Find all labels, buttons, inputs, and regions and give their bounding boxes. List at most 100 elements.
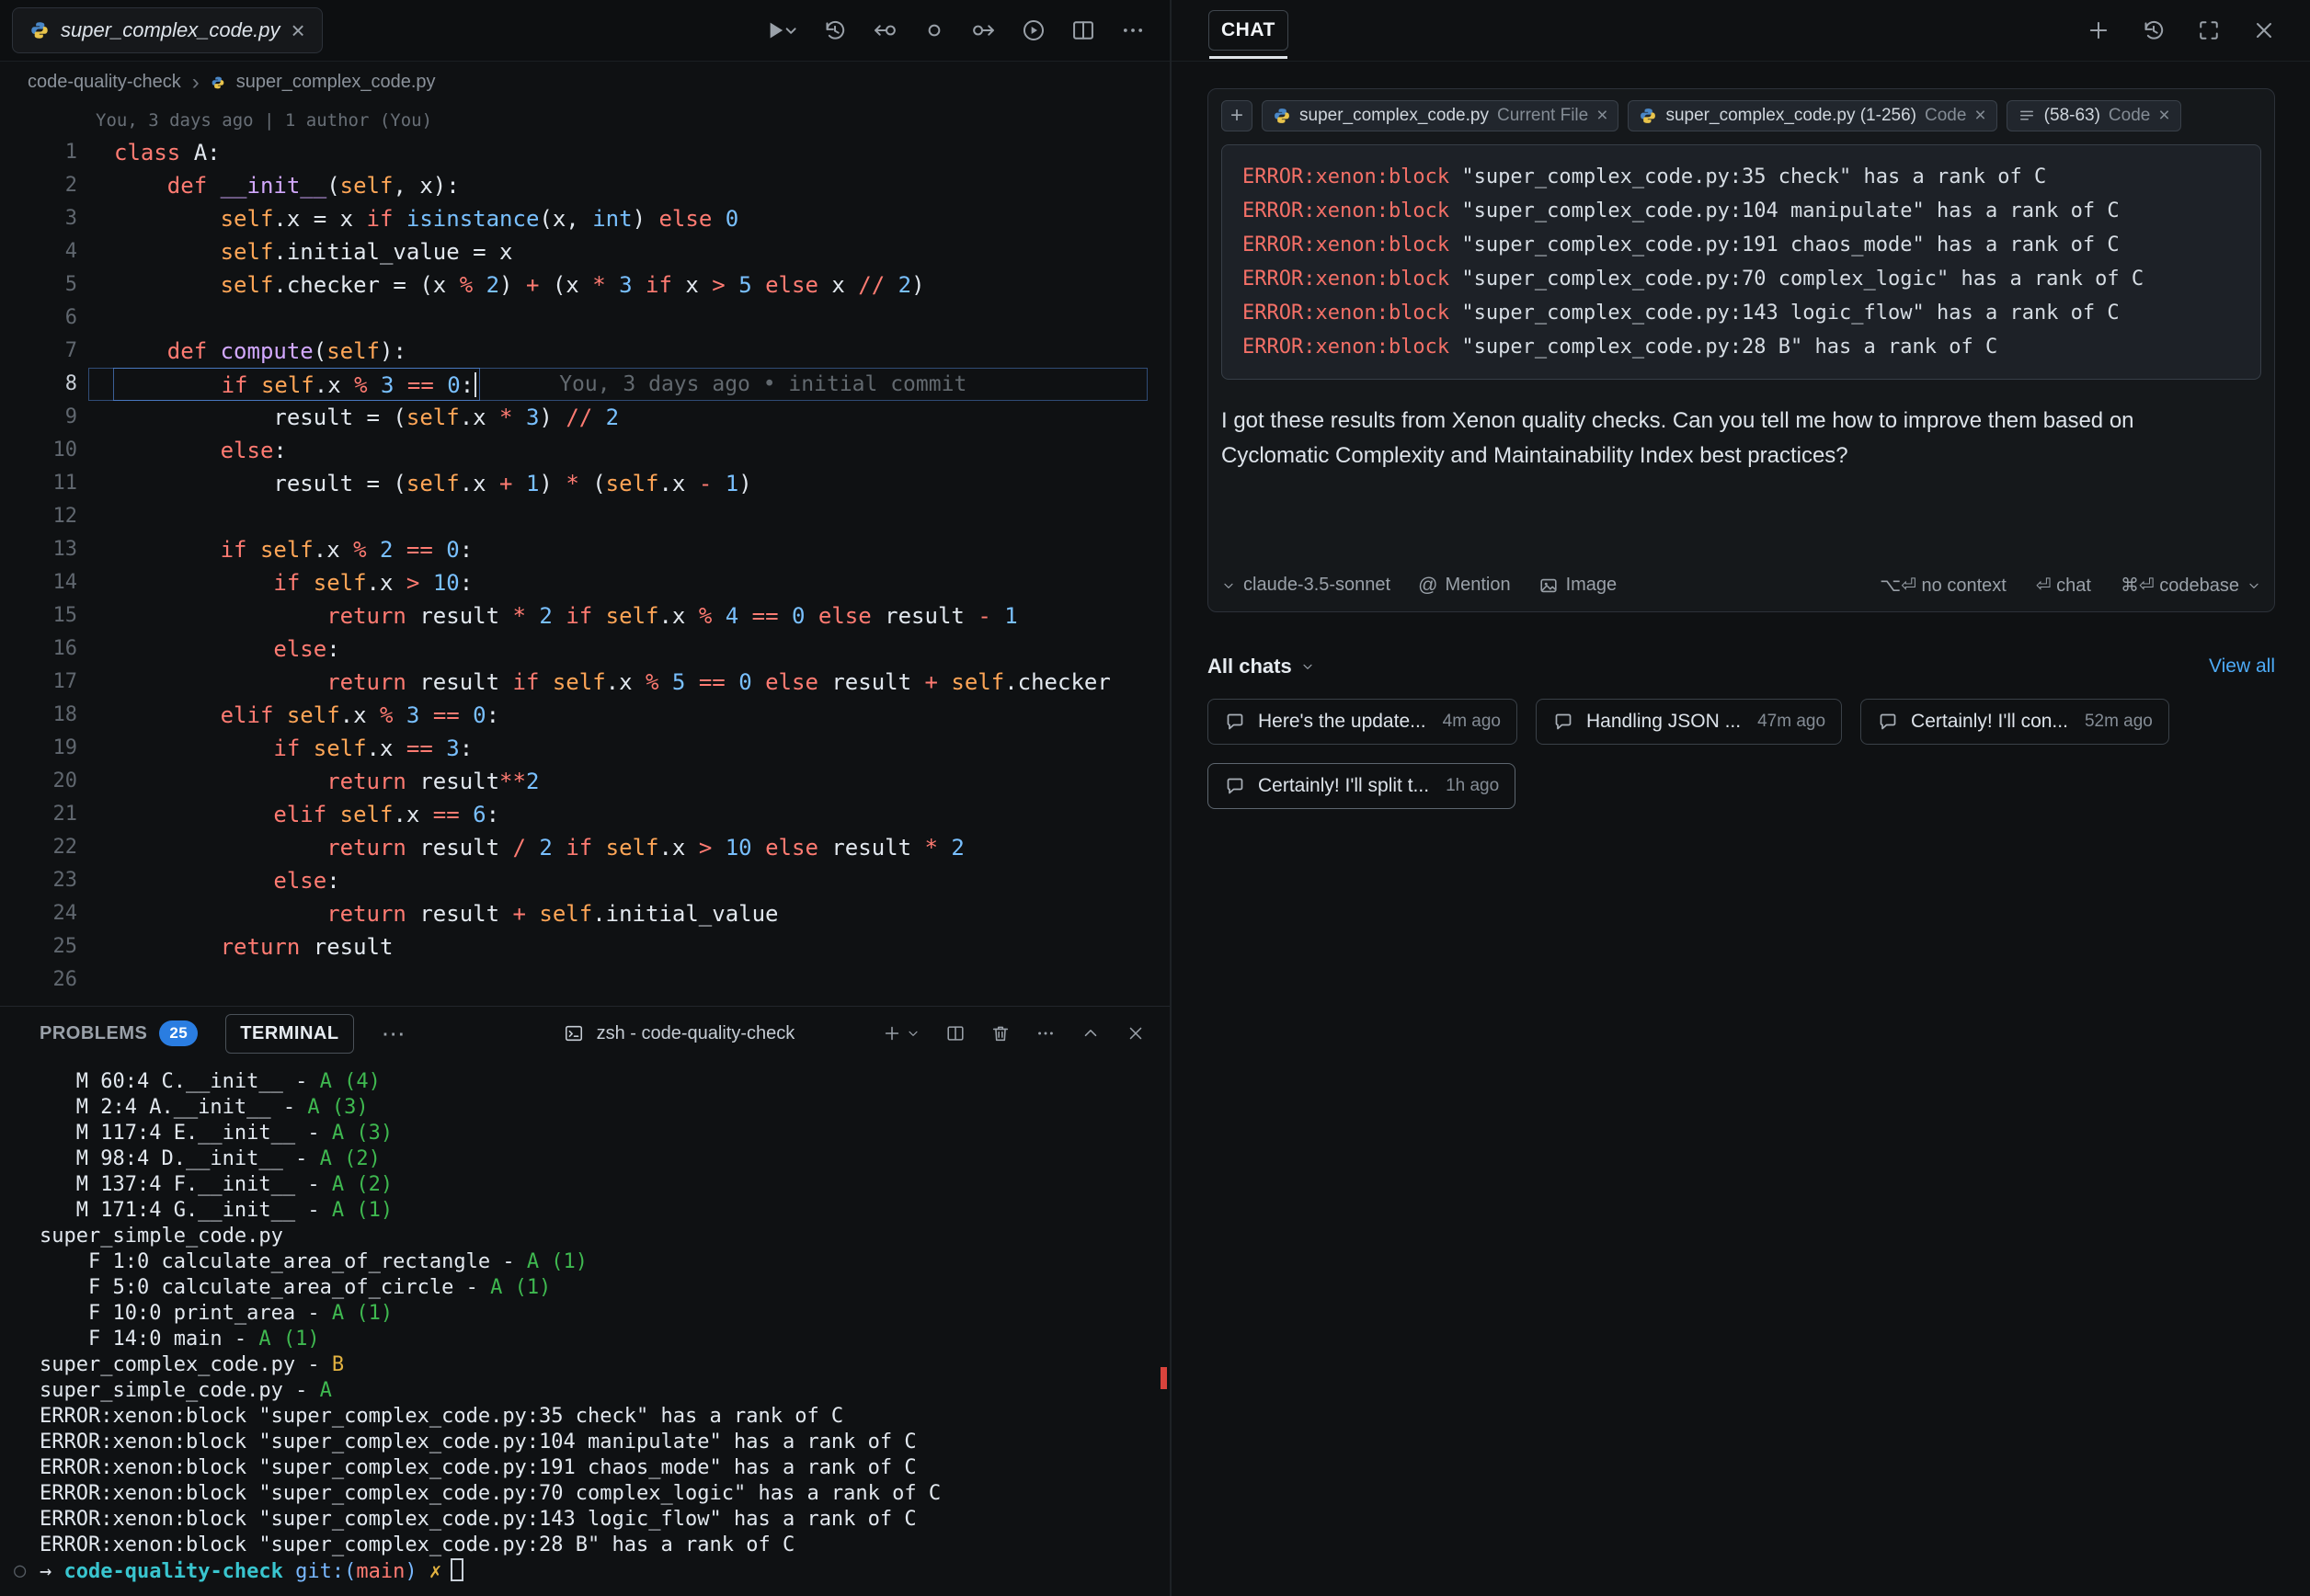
editor-tab[interactable]: super_complex_code.py × xyxy=(12,7,323,53)
python-file-icon xyxy=(1639,107,1657,125)
line-number: 14 xyxy=(0,566,77,599)
close-icon[interactable]: × xyxy=(1596,105,1607,127)
new-terminal-button[interactable] xyxy=(882,1023,921,1043)
breakpoint-icon[interactable] xyxy=(921,17,947,43)
continue-icon[interactable] xyxy=(1021,17,1046,43)
code-line[interactable]: 5 self.checker = (x % 2) + (x * 3 if x >… xyxy=(0,268,1170,302)
all-chats-dropdown[interactable]: All chats xyxy=(1207,655,1315,678)
maximize-panel-icon[interactable] xyxy=(1081,1023,1101,1043)
tab-terminal[interactable]: TERMINAL xyxy=(225,1014,353,1054)
chat-message-input[interactable]: I got these results from Xenon quality c… xyxy=(1221,404,2200,473)
code-line[interactable]: 6 xyxy=(0,302,1170,335)
chat-header: CHAT xyxy=(1172,0,2310,62)
close-icon[interactable]: × xyxy=(2158,105,2169,127)
codebase-submit-button[interactable]: ⌘⏎ codebase xyxy=(2121,574,2261,597)
code-line[interactable]: 19 if self.x == 3: xyxy=(0,732,1170,765)
more-actions-icon[interactable] xyxy=(1120,17,1146,43)
image-button[interactable]: Image xyxy=(1538,575,1618,596)
code-line[interactable]: 22 return result / 2 if self.x > 10 else… xyxy=(0,831,1170,864)
terminal-line: F 1:0 calculate_area_of_rectangle - A (1… xyxy=(40,1249,1170,1275)
error-line: ERROR:xenon:block "super_complex_code.py… xyxy=(1242,194,2240,228)
tab-close-icon[interactable]: × xyxy=(291,18,304,42)
panel-tabs-more-icon[interactable]: ⋯ xyxy=(382,1020,407,1048)
code-line[interactable]: 1class A: xyxy=(0,136,1170,169)
code-line[interactable]: 2 def __init__(self, x): xyxy=(0,169,1170,202)
python-file-icon xyxy=(211,75,225,90)
close-chat-icon[interactable] xyxy=(2251,17,2277,43)
code-line[interactable]: 26 xyxy=(0,963,1170,997)
code-text: else: xyxy=(114,633,340,666)
code-line[interactable]: 12 xyxy=(0,500,1170,533)
code-line[interactable]: 24 return result + self.initial_value xyxy=(0,897,1170,930)
split-editor-icon[interactable] xyxy=(1070,17,1096,43)
code-line[interactable]: 7 def compute(self): xyxy=(0,335,1170,368)
chat-pane: CHAT + super_complex_code xyxy=(1172,0,2310,1596)
mention-button[interactable]: @ Mention xyxy=(1418,575,1510,597)
view-all-link[interactable]: View all xyxy=(2209,656,2275,678)
code-line[interactable]: 15 return result * 2 if self.x % 4 == 0 … xyxy=(0,599,1170,633)
chat-history-item[interactable]: Certainly! I'll split t...1h ago xyxy=(1207,763,1515,809)
terminal-output[interactable]: M 60:4 C.__init__ - A (4) M 2:4 A.__init… xyxy=(0,1060,1170,1596)
step-back-icon[interactable] xyxy=(872,17,898,43)
pill-meta: Current File xyxy=(1497,106,1588,126)
add-context-button[interactable]: + xyxy=(1221,100,1252,131)
chip-time: 52m ago xyxy=(2085,712,2153,732)
chat-history-item[interactable]: Here's the update...4m ago xyxy=(1207,699,1517,745)
bottom-panel: PROBLEMS 25 TERMINAL ⋯ zsh - code-qualit… xyxy=(0,1006,1170,1596)
context-pill[interactable]: super_complex_code.py (1-256)Code× xyxy=(1628,100,1996,131)
pasted-code-block: ERROR:xenon:block "super_complex_code.py… xyxy=(1221,144,2261,380)
panel-more-actions-icon[interactable] xyxy=(1035,1023,1056,1043)
close-icon[interactable]: × xyxy=(1974,105,1985,127)
chat-history-icon[interactable] xyxy=(2141,17,2167,43)
terminal-line: super_complex_code.py - B xyxy=(40,1352,1170,1378)
close-panel-icon[interactable] xyxy=(1126,1023,1146,1043)
tab-chat[interactable]: CHAT xyxy=(1208,10,1288,51)
chat-bubble-icon xyxy=(1877,711,1899,733)
code-line[interactable]: 21 elif self.x == 6: xyxy=(0,798,1170,831)
line-number: 19 xyxy=(0,732,77,765)
run-button[interactable] xyxy=(765,17,798,43)
step-forward-icon[interactable] xyxy=(971,17,997,43)
code-text: else: xyxy=(114,434,287,467)
code-line[interactable]: 20 return result**2 xyxy=(0,765,1170,798)
context-pill[interactable]: (58-63)Code× xyxy=(2007,100,2181,131)
tab-problems[interactable]: PROBLEMS 25 xyxy=(40,1020,198,1046)
new-chat-icon[interactable] xyxy=(2086,17,2111,43)
line-number: 17 xyxy=(0,666,77,699)
expand-chat-icon[interactable] xyxy=(2196,17,2222,43)
chat-submit-button[interactable]: ⏎ chat xyxy=(2036,574,2091,597)
model-name: claude-3.5-sonnet xyxy=(1243,575,1390,596)
breadcrumb-file[interactable]: super_complex_code.py xyxy=(236,72,436,93)
code-editor[interactable]: You, 3 days ago | 1 author (You) 1class … xyxy=(0,103,1170,1006)
split-terminal-icon[interactable] xyxy=(945,1023,966,1043)
run-history-icon[interactable] xyxy=(822,17,848,43)
code-line[interactable]: 11 result = (self.x + 1) * (self.x - 1) xyxy=(0,467,1170,500)
line-number: 18 xyxy=(0,699,77,732)
chat-history-item[interactable]: Certainly! I'll con...52m ago xyxy=(1860,699,2169,745)
chevron-down-icon xyxy=(2247,578,2261,593)
code-line[interactable]: 3 self.x = x if isinstance(x, int) else … xyxy=(0,202,1170,235)
code-line[interactable]: 17 return result if self.x % 5 == 0 else… xyxy=(0,666,1170,699)
code-line[interactable]: 4 self.initial_value = x xyxy=(0,235,1170,268)
code-line[interactable]: 8 if self.x % 3 == 0:You, 3 days ago • i… xyxy=(0,368,1170,401)
kill-terminal-icon[interactable] xyxy=(990,1023,1011,1043)
breadcrumb-folder[interactable]: code-quality-check xyxy=(28,72,181,93)
context-pill[interactable]: super_complex_code.pyCurrent File× xyxy=(1262,100,1618,131)
terminal-instance[interactable]: zsh - code-quality-check xyxy=(564,1023,795,1044)
code-line[interactable]: 10 else: xyxy=(0,434,1170,467)
chat-history-item[interactable]: Handling JSON ...47m ago xyxy=(1536,699,1842,745)
code-line[interactable]: 9 result = (self.x * 3) // 2 xyxy=(0,401,1170,434)
code-line[interactable]: 14 if self.x > 10: xyxy=(0,566,1170,599)
code-line[interactable]: 13 if self.x % 2 == 0: xyxy=(0,533,1170,566)
code-line[interactable]: 18 elif self.x % 3 == 0: xyxy=(0,699,1170,732)
scrollbar-error-marker[interactable] xyxy=(1161,1367,1167,1389)
chat-input-card[interactable]: + super_complex_code.pyCurrent File×supe… xyxy=(1207,88,2275,612)
model-selector[interactable]: claude-3.5-sonnet xyxy=(1221,575,1390,596)
code-text: self.x = x if isinstance(x, int) else 0 xyxy=(114,202,738,235)
code-line[interactable]: 25 return result xyxy=(0,930,1170,963)
terminal-prompt[interactable]: ○→ code-quality-check git:(main) ✗ xyxy=(40,1558,1170,1584)
code-line[interactable]: 16 else: xyxy=(0,633,1170,666)
chat-bubble-icon xyxy=(1224,711,1246,733)
no-context-button[interactable]: ⌥⏎ no context xyxy=(1880,574,2007,597)
code-line[interactable]: 23 else: xyxy=(0,864,1170,897)
